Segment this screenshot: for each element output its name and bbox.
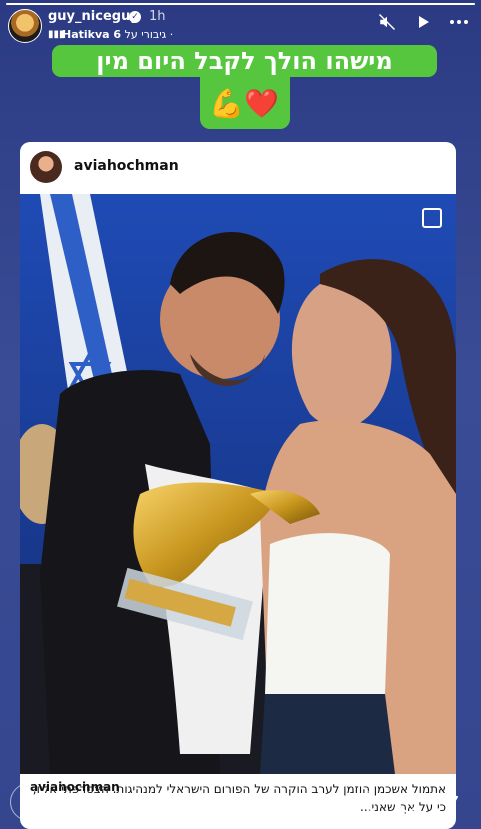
mute-icon[interactable] <box>377 12 397 32</box>
music-artist: גיבורי על · <box>124 28 174 41</box>
play-icon[interactable] <box>413 12 433 32</box>
post-photo[interactable] <box>20 194 456 774</box>
reply-placeholder: Reply to guy_niceguy... <box>29 794 168 808</box>
avatar[interactable] <box>8 9 42 43</box>
story-text-banner: מישהו הולך לקבל היום מין <box>52 45 437 77</box>
verified-badge-icon: ✓ <box>129 11 141 23</box>
story-progress-bar <box>6 3 475 5</box>
send-icon[interactable] <box>437 795 459 815</box>
photo-illustration <box>20 194 456 774</box>
red-heart-emoji: ❤️ <box>244 87 279 120</box>
heart-icon[interactable] <box>397 795 419 815</box>
flexed-bicep-emoji: 💪 <box>209 87 244 120</box>
more-icon[interactable] <box>449 12 469 32</box>
story-username[interactable]: guy_niceguy <box>48 9 139 24</box>
post-avatar[interactable] <box>30 151 62 183</box>
story-time: 1h <box>149 9 166 24</box>
reply-field[interactable]: Reply to guy_niceguy... <box>10 783 372 821</box>
story-header: guy_niceguy ✓ 1h ▮▮▮ Hatikva 6 גיבורי על… <box>0 6 481 44</box>
multiple-photos-icon <box>422 208 442 228</box>
story-progress-fill <box>6 3 475 5</box>
story-controls <box>377 12 469 32</box>
music-info[interactable]: Hatikva 6 גיבורי על · <box>62 28 173 41</box>
music-title: Hatikva 6 <box>62 28 122 41</box>
shared-post-card[interactable]: aviahochman aviahochman אתמול אשכמן הוזמ… <box>20 142 456 829</box>
post-header: aviahochman <box>20 142 456 194</box>
post-username[interactable]: aviahochman <box>74 158 179 174</box>
